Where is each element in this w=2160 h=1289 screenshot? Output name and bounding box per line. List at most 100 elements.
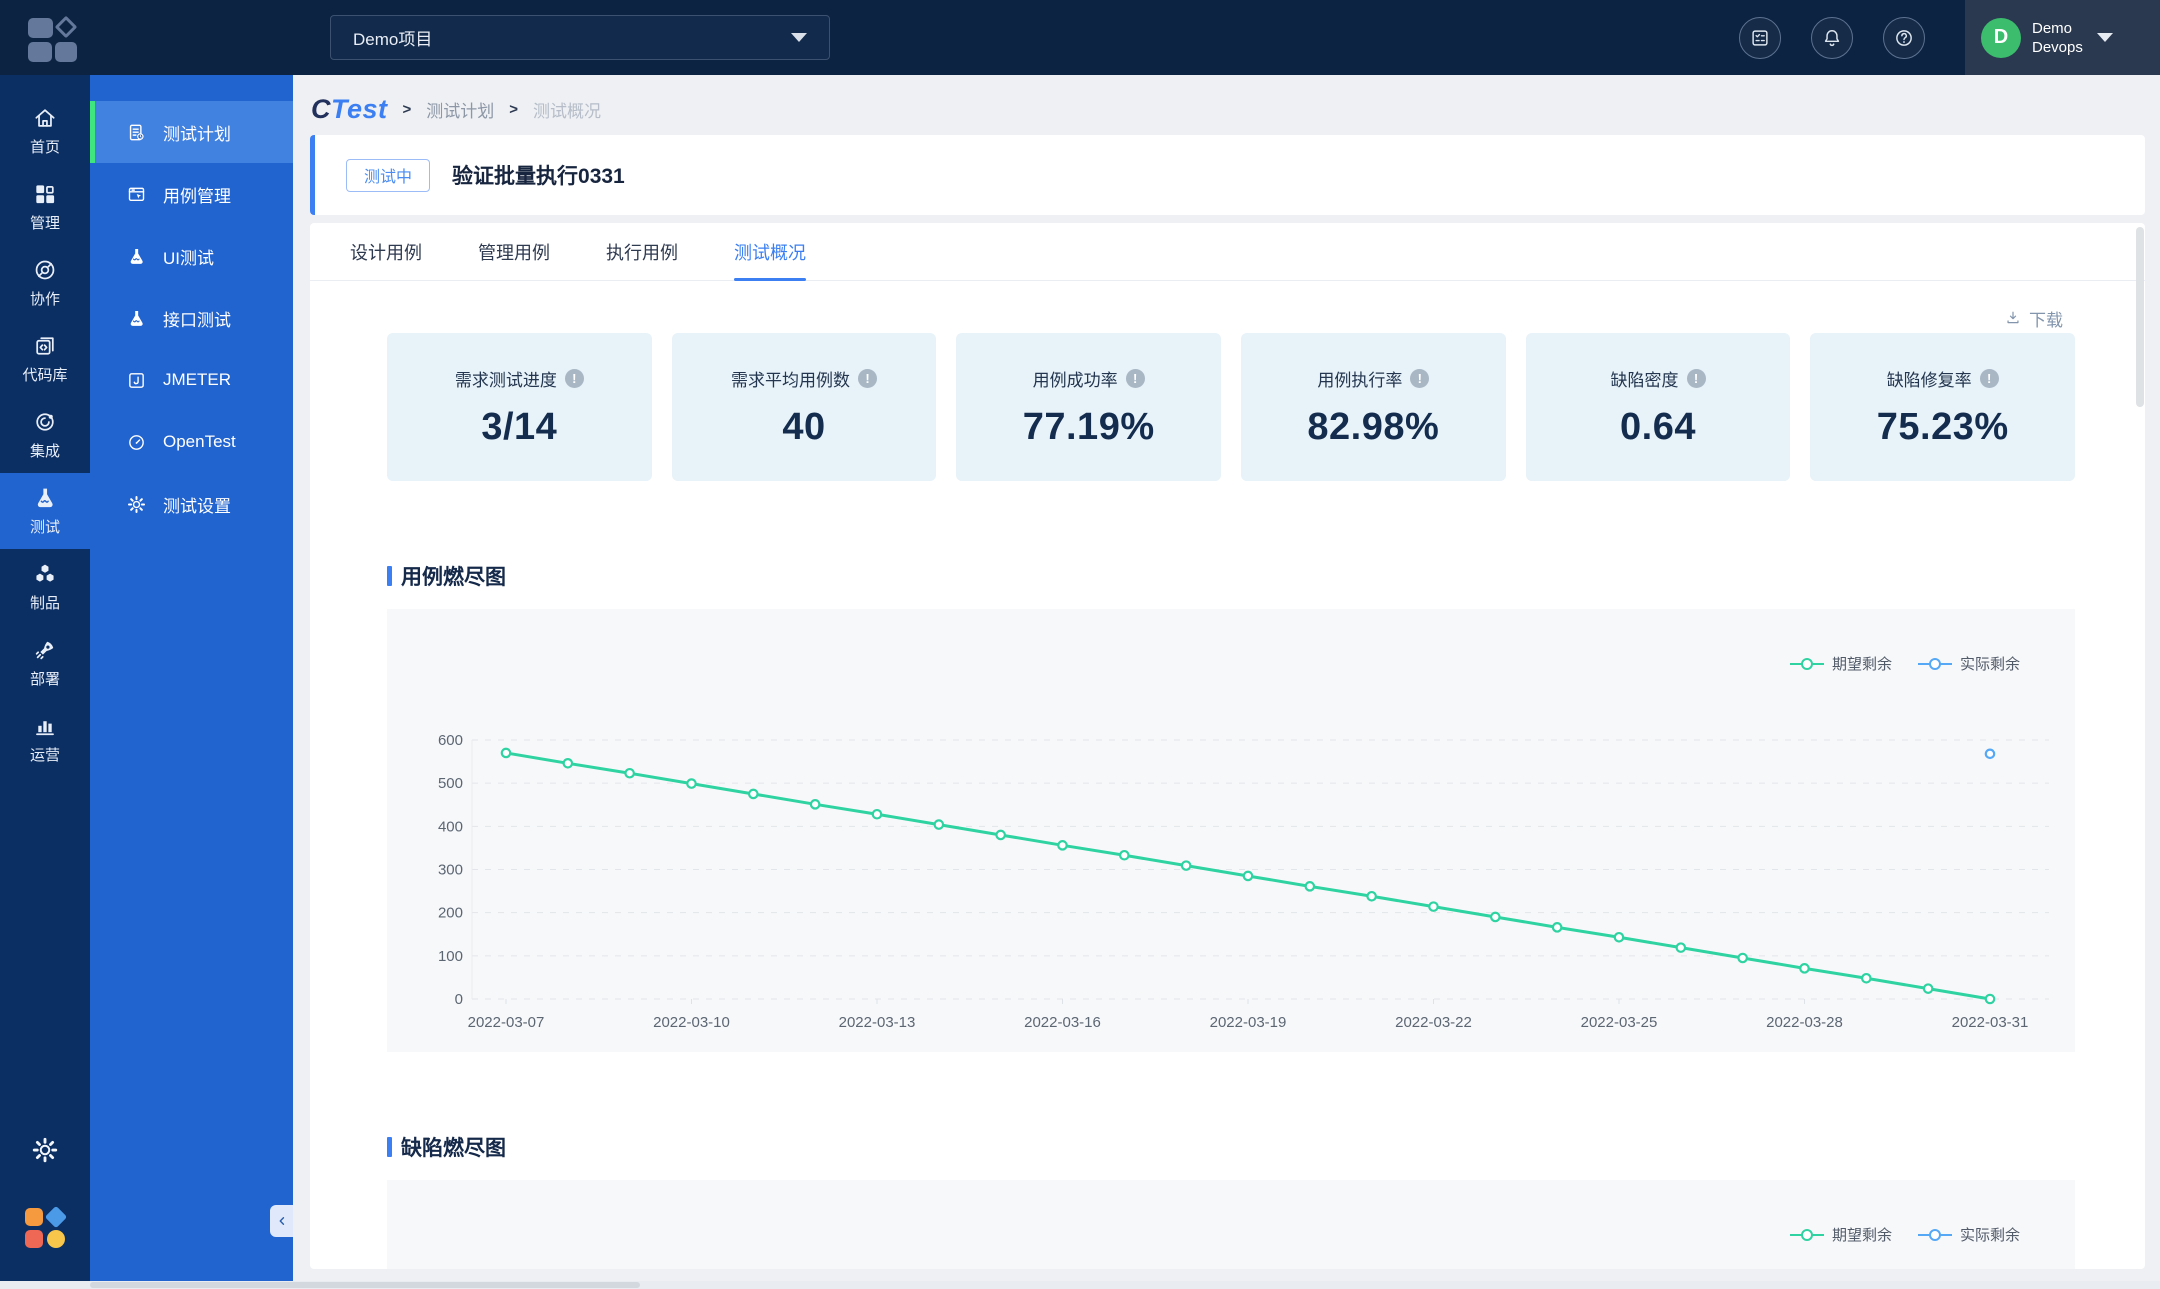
repo-icon — [32, 333, 58, 359]
section-title: 缺陷燃尽图 — [387, 1132, 2075, 1162]
logo-square — [28, 18, 53, 38]
settings-button[interactable] — [0, 1135, 90, 1165]
app-body: 首页 管理 协作 代码库 集成 测试 制品 部署 运营 测试计划 用例管理 UI… — [0, 75, 2160, 1289]
logo-shape — [47, 1230, 65, 1248]
sidebar-item-ui-test[interactable]: UI测试 — [90, 225, 293, 287]
section-title: 用例燃尽图 — [387, 561, 2075, 591]
download-button[interactable]: 下载 — [2004, 303, 2063, 333]
stat-value: 75.23% — [1876, 405, 2009, 448]
info-icon[interactable]: ! — [858, 368, 877, 388]
sidebar-item-label: 接口测试 — [163, 310, 231, 330]
legend-item[interactable]: 实际剩余 — [1917, 653, 2020, 674]
tab-test-overview[interactable]: 测试概况 — [734, 223, 806, 281]
legend-item[interactable]: 期望剩余 — [1789, 1224, 1892, 1245]
sidebar-item-label: 用例管理 — [163, 186, 231, 206]
legend-marker — [1917, 1228, 1952, 1241]
caret-down-icon — [791, 33, 807, 42]
sidebar-item-label: OpenTest — [163, 432, 236, 451]
rail-item-artifact[interactable]: 制品 — [0, 549, 90, 625]
sidebar-item-test-plan[interactable]: 测试计划 — [90, 101, 293, 163]
accent-bar — [387, 566, 392, 586]
plan-title-card: 测试中 验证批量执行0331 — [310, 135, 2145, 215]
legend-label: 期望剩余 — [1831, 1227, 1892, 1244]
sidebar-item-api-test[interactable]: 接口测试 — [90, 287, 293, 349]
rail-item-label: 部署 — [29, 671, 60, 688]
sidebar-item-jmeter[interactable]: JMETER — [90, 349, 293, 411]
rail-item-repo[interactable]: 代码库 — [0, 321, 90, 397]
user-name: Demo — [2032, 19, 2073, 37]
rail-item-label: 代码库 — [22, 367, 68, 384]
deploy-icon — [32, 637, 58, 663]
tab-execute-cases[interactable]: 执行用例 — [606, 223, 678, 280]
rail-item-test[interactable]: 测试 — [0, 473, 90, 549]
breadcrumb-item-test-plan[interactable]: 测试计划 — [426, 97, 494, 122]
sidebar-item-test-settings[interactable]: 测试设置 — [90, 473, 293, 535]
download-icon — [2004, 309, 2022, 327]
horizontal-scrollbar-thumb[interactable] — [90, 1282, 640, 1288]
rail-item-deploy[interactable]: 部署 — [0, 625, 90, 701]
stat-card: 用例成功率 ! 77.19% — [956, 333, 1222, 481]
stat-label: 用例成功率 ! — [1033, 366, 1145, 391]
gearLine-icon — [126, 494, 147, 515]
user-org: Devops — [2032, 38, 2083, 56]
bell-icon — [1821, 27, 1843, 49]
help-button[interactable] — [1883, 17, 1925, 59]
rail-item-integration[interactable]: 集成 — [0, 397, 90, 473]
legend-item[interactable]: 期望剩余 — [1789, 653, 1892, 674]
sidebar-item-opentest[interactable]: OpenTest — [90, 411, 293, 473]
burndown-line-chart: 0 100 200 300 400 500 600 2022-03-07 2022-03-10 2… — [438, 732, 2049, 1031]
rail-item-collab[interactable]: 协作 — [0, 245, 90, 321]
rail-item-label: 首页 — [29, 139, 60, 156]
status-badge: 测试中 — [346, 158, 431, 192]
info-icon[interactable]: ! — [1686, 368, 1706, 388]
app-logo-icon[interactable] — [28, 15, 80, 62]
svg-text:2022-03-13: 2022-03-13 — [839, 1014, 916, 1031]
breadcrumb-separator: > — [509, 100, 519, 118]
plan-icon — [126, 122, 147, 143]
gauge-icon — [126, 432, 147, 453]
ctest-logo[interactable]: CTest — [311, 94, 388, 125]
legend-item[interactable]: 实际剩余 — [1917, 1224, 2020, 1245]
info-icon[interactable]: ! — [564, 368, 584, 388]
board-button[interactable] — [1739, 17, 1781, 59]
stat-label: 需求测试进度 ! — [455, 366, 584, 391]
manage-icon — [32, 181, 58, 207]
svg-text:2022-03-25: 2022-03-25 — [1581, 1014, 1658, 1031]
project-select[interactable]: Demo项目 — [330, 15, 830, 60]
sidebar-item-label: JMETER — [163, 370, 231, 389]
stat-value: 77.19% — [1022, 405, 1155, 448]
chevron-left-icon — [275, 1214, 289, 1228]
tab-design-cases[interactable]: 设计用例 — [350, 223, 422, 280]
notifications-button[interactable] — [1811, 17, 1853, 59]
stat-label: 用例执行率 ! — [1317, 366, 1430, 391]
rail-item-manage[interactable]: 管理 — [0, 169, 90, 245]
svg-text:100: 100 — [438, 948, 463, 965]
sidebar-item-case-management[interactable]: 用例管理 — [90, 163, 293, 225]
ci-icon — [32, 409, 58, 435]
info-icon[interactable]: ! — [1125, 368, 1145, 388]
project-select-value: Demo项目 — [353, 30, 433, 49]
rail-item-home[interactable]: 首页 — [0, 93, 90, 169]
vertical-scrollbar-thumb[interactable] — [2136, 227, 2144, 407]
horizontal-scrollbar-track — [0, 1281, 2160, 1289]
rail-item-ops[interactable]: 运营 — [0, 701, 90, 777]
breadcrumb-separator: > — [402, 100, 412, 118]
flask-icon — [126, 308, 147, 329]
topbar-icons — [1739, 17, 1925, 59]
sidebar-item-label: 测试设置 — [163, 496, 231, 516]
apps-logo-icon[interactable] — [25, 1205, 68, 1248]
stat-label: 缺陷密度 ! — [1611, 366, 1706, 391]
svg-text:600: 600 — [438, 732, 463, 749]
sidebar-collapse-button[interactable] — [270, 1205, 293, 1237]
info-icon[interactable]: ! — [1410, 368, 1430, 388]
info-icon[interactable]: ! — [1979, 368, 1999, 388]
primary-nav-rail: 首页 管理 协作 代码库 集成 测试 制品 部署 运营 — [0, 75, 90, 1289]
tab-manage-cases[interactable]: 管理用例 — [478, 223, 550, 280]
rail-item-label: 运营 — [29, 747, 60, 764]
legend-marker — [1789, 1228, 1824, 1241]
caseWin-icon — [126, 184, 147, 205]
logo-diamond — [54, 15, 78, 39]
user-menu[interactable]: D Demo Devops — [1965, 0, 2160, 75]
legend-label: 实际剩余 — [1959, 656, 2020, 673]
section-case-burndown: 用例燃尽图 0 100 200 300 400 500 600 2022-03-07 2022-… — [310, 561, 2145, 1052]
